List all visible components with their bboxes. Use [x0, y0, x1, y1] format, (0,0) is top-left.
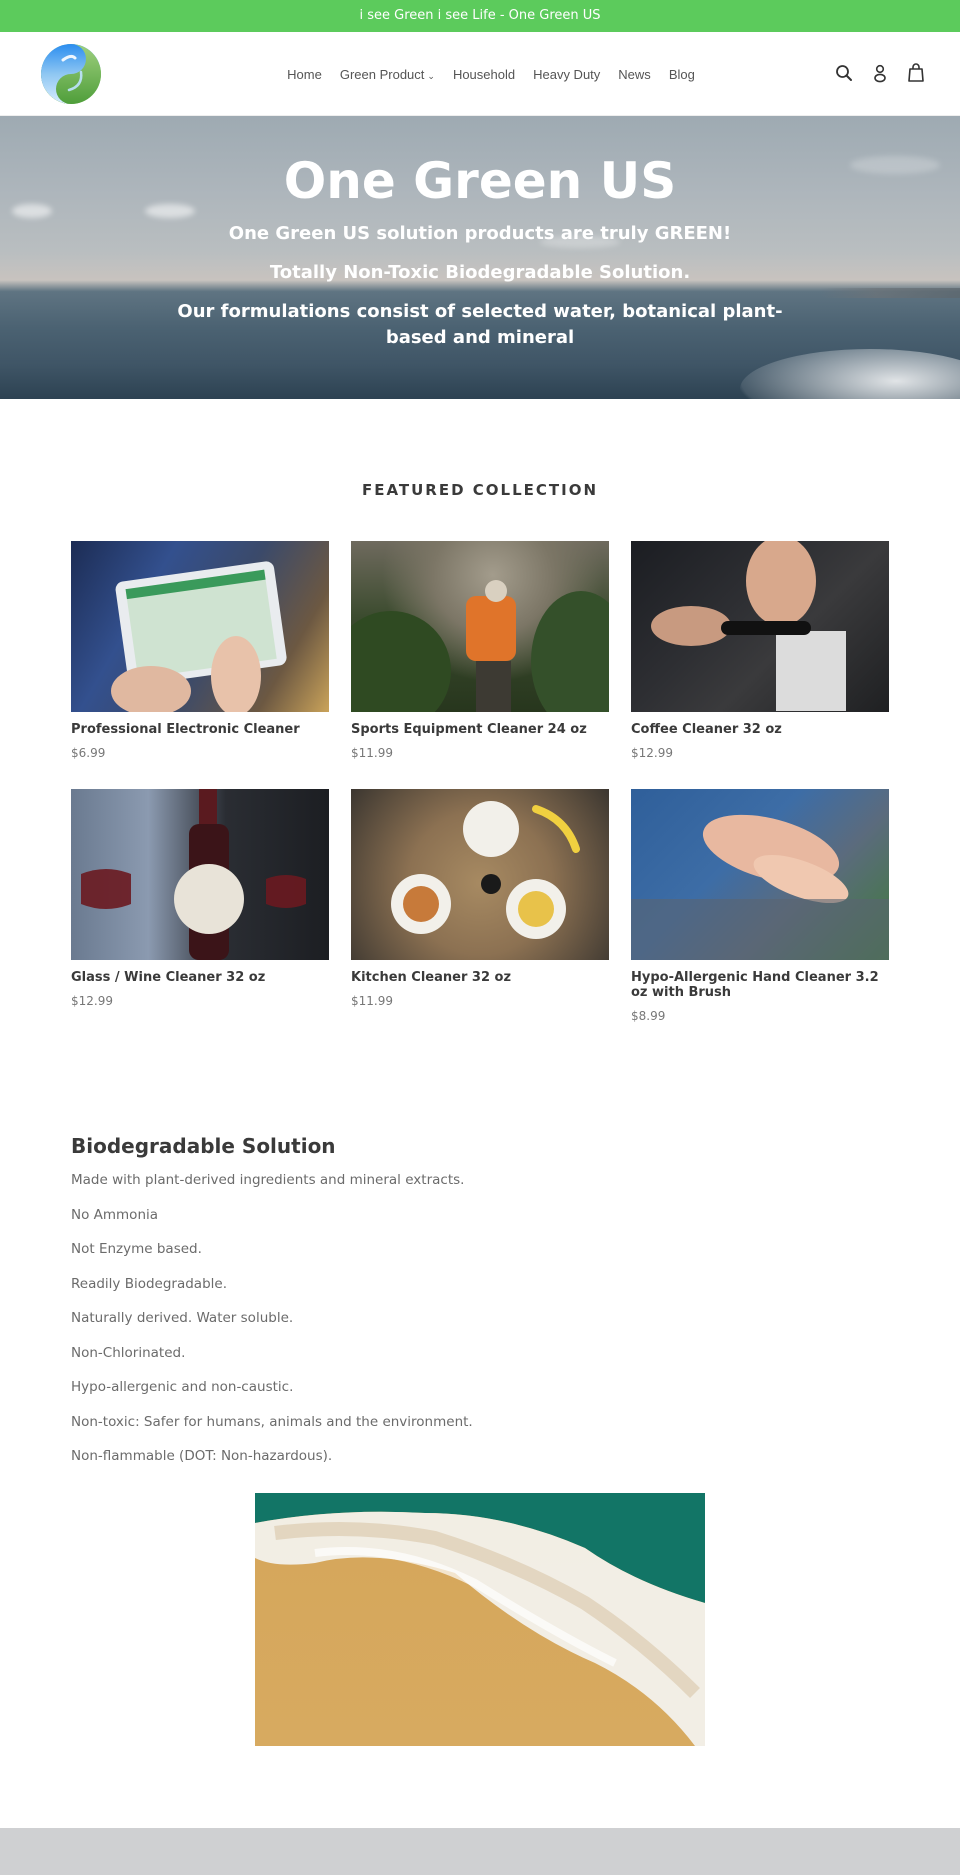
product-price: $11.99 — [351, 745, 393, 760]
nav-household[interactable]: Household — [453, 67, 515, 82]
nav-home[interactable]: Home — [287, 67, 322, 82]
product-image[interactable] — [71, 789, 329, 960]
announcement-text: i see Green i see Life - One Green US — [359, 8, 601, 23]
feature-item: Non-Chlorinated. — [71, 1344, 186, 1361]
product-title[interactable]: Hypo-Allergenic Hand Cleaner 3.2 oz with… — [631, 970, 889, 1001]
feature-item: Made with plant-derived ingredients and … — [71, 1172, 465, 1188]
nav-household-label: Household — [452, 66, 516, 82]
biodegradable-title: Biodegradable Solution — [71, 1134, 336, 1158]
product-price: $11.99 — [351, 993, 393, 1008]
nav-green-product[interactable]: Green Product ⌄ — [340, 67, 435, 82]
hero-subtitle-3: Our formulations consist of selected wat… — [177, 301, 783, 349]
biodegradable-section: Biodegradable Solution Made with plant-d… — [71, 1134, 891, 1465]
hands-photo-icon — [631, 814, 889, 960]
site-header: Home Green Product ⌄ Household Heavy Duty… — [0, 32, 960, 116]
hero-title: One Green US — [283, 152, 677, 210]
product-image[interactable] — [351, 789, 609, 960]
product-title[interactable]: Professional Electronic Cleaner — [71, 722, 329, 738]
nav-heavy-duty-label: Heavy Duty — [533, 66, 601, 82]
nav-news-label: News — [618, 66, 651, 82]
hero-content: One Green US One Green US solution produ… — [0, 116, 960, 352]
product-price: $6.99 — [71, 745, 106, 760]
hero-banner: One Green US One Green US solution produ… — [0, 116, 960, 399]
product-card[interactable]: Glass / Wine Cleaner 32 oz $12.99 — [71, 789, 329, 1037]
cart-icon[interactable] — [906, 62, 926, 84]
tablet-photo-icon — [111, 561, 287, 712]
product-image[interactable] — [351, 541, 609, 712]
product-grid: Professional Electronic Cleaner $6.99 Sp… — [71, 541, 889, 1037]
wine-photo-icon — [81, 789, 306, 960]
feature-item: Naturally derived. Water soluble. — [71, 1310, 294, 1326]
product-price: $8.99 — [631, 1008, 666, 1023]
feature-item: Not Enzyme based. — [71, 1241, 202, 1257]
product-image[interactable] — [71, 541, 329, 712]
product-title[interactable]: Glass / Wine Cleaner 32 oz — [71, 970, 329, 986]
product-card[interactable]: Coffee Cleaner 32 oz $12.99 — [631, 541, 889, 789]
nav-green-product-label: Green Product — [339, 66, 425, 82]
hero-subtitle-1: One Green US solution products are truly… — [228, 223, 732, 244]
feature-item: Readily Biodegradable. — [71, 1275, 228, 1292]
product-card[interactable]: Kitchen Cleaner 32 oz $11.99 — [351, 789, 609, 1037]
product-image[interactable] — [631, 789, 889, 960]
feature-item: No Ammonia — [71, 1206, 159, 1223]
nav-heavy-duty[interactable]: Heavy Duty — [533, 67, 600, 82]
nav-blog-label: Blog — [668, 66, 695, 82]
feature-item: Non-flammable (DOT: Non-hazardous). — [71, 1448, 333, 1464]
nav-home-label: Home — [287, 66, 322, 82]
featured-collection-title: FEATURED COLLECTION — [361, 481, 599, 499]
feature-item: Non-toxic: Safer for humans, animals and… — [71, 1413, 473, 1430]
feature-item: Hypo-allergenic and non-caustic. — [71, 1379, 294, 1395]
product-price: $12.99 — [631, 745, 673, 760]
announcement-bar: i see Green i see Life - One Green US — [0, 0, 960, 32]
product-card[interactable]: Sports Equipment Cleaner 24 oz $11.99 — [351, 541, 609, 789]
product-card[interactable]: Professional Electronic Cleaner $6.99 — [71, 541, 329, 789]
nav-news[interactable]: News — [618, 67, 651, 82]
product-title[interactable]: Kitchen Cleaner 32 oz — [351, 970, 609, 986]
product-title[interactable]: Sports Equipment Cleaner 24 oz — [351, 722, 609, 738]
wave-decoration — [740, 349, 960, 399]
beach-image — [255, 1493, 705, 1746]
search-icon[interactable] — [834, 62, 854, 84]
header-icons — [834, 62, 926, 84]
chevron-down-icon: ⌄ — [427, 70, 435, 81]
main-nav: Home Green Product ⌄ Household Heavy Duty… — [0, 32, 960, 116]
nav-blog[interactable]: Blog — [669, 67, 695, 82]
product-image[interactable] — [631, 541, 889, 712]
site-footer — [0, 1828, 960, 1875]
account-icon[interactable] — [870, 62, 890, 84]
product-title[interactable]: Coffee Cleaner 32 oz — [631, 722, 889, 738]
coffee-photo-icon — [651, 541, 846, 711]
hero-subtitle-2: Totally Non-Toxic Biodegradable Solution… — [269, 262, 691, 284]
product-price: $12.99 — [71, 993, 113, 1008]
product-card[interactable]: Hypo-Allergenic Hand Cleaner 3.2 oz with… — [631, 789, 889, 1037]
beach-wave-icon — [255, 1493, 705, 1746]
breakfast-photo-icon — [391, 801, 580, 939]
hiker-photo-icon — [351, 580, 609, 712]
